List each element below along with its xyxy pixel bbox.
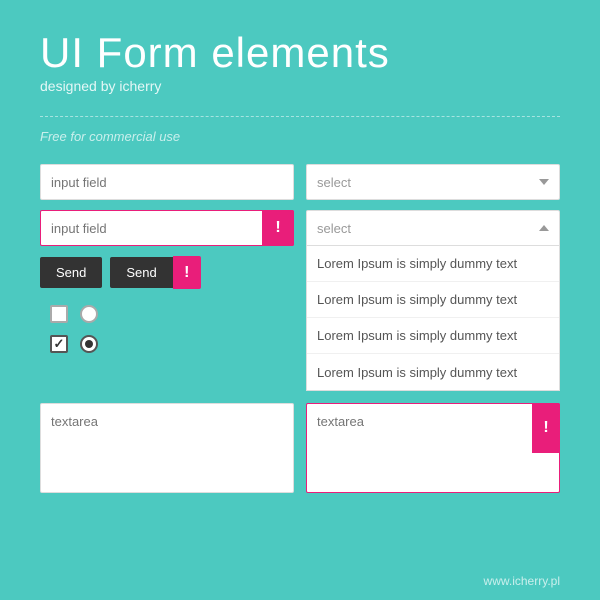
send-button-error-wrapper: Send ! — [110, 256, 200, 289]
send-button-error[interactable]: Send — [110, 257, 172, 288]
select-collapsed-text: select — [317, 175, 539, 190]
dropdown-item-4[interactable]: Lorem Ipsum is simply dummy text — [307, 354, 559, 390]
textarea-section: ! — [0, 391, 600, 498]
controls-row: ✓ — [40, 299, 294, 359]
right-column: select select Lorem Ipsum is simply dumm… — [306, 164, 560, 391]
dropdown-item-2[interactable]: Lorem Ipsum is simply dummy text — [307, 282, 559, 318]
dropdown-item-1[interactable]: Lorem Ipsum is simply dummy text — [307, 246, 559, 282]
dropdown-list: Lorem Ipsum is simply dummy text Lorem I… — [306, 246, 560, 391]
send-button-normal[interactable]: Send — [40, 257, 102, 288]
input-error-badge: ! — [262, 210, 294, 246]
main-content: ! Send Send ! ✓ — [0, 164, 600, 391]
dropdown-item-3[interactable]: Lorem Ipsum is simply dummy text — [307, 318, 559, 354]
send-error-badge: ! — [173, 256, 201, 289]
select-collapsed[interactable]: select — [306, 164, 560, 200]
header: UI Form elements designed by icherry — [0, 0, 600, 104]
divider — [40, 116, 560, 117]
checkbox-unchecked[interactable] — [50, 305, 68, 323]
page-title: UI Form elements — [40, 30, 560, 76]
select-open-text: select — [317, 221, 539, 236]
page-subtitle: designed by icherry — [40, 78, 560, 94]
textarea-error-wrapper: ! — [306, 403, 560, 498]
textarea-error-field[interactable] — [306, 403, 560, 493]
radio-dot — [85, 340, 93, 348]
textarea-normal[interactable] — [40, 403, 294, 493]
checkbox-checked[interactable]: ✓ — [50, 335, 68, 353]
buttons-row: Send Send ! — [40, 256, 294, 289]
footer-url: www.icherry.pl — [484, 574, 560, 588]
select-open-header[interactable]: select — [306, 210, 560, 246]
textarea-normal-wrapper — [40, 403, 294, 498]
controls-grid: ✓ — [50, 305, 104, 359]
input-normal-wrapper — [40, 164, 294, 200]
radio-unchecked[interactable] — [80, 305, 98, 323]
free-text: Free for commercial use — [0, 129, 600, 144]
textarea-error-badge: ! — [532, 403, 560, 453]
select-arrow-up-icon — [539, 225, 549, 231]
radio-checked[interactable] — [80, 335, 98, 353]
input-error-wrapper: ! — [40, 210, 294, 246]
input-error-field[interactable] — [40, 210, 294, 246]
select-open-container: select Lorem Ipsum is simply dummy text … — [306, 210, 560, 391]
input-normal[interactable] — [40, 164, 294, 200]
select-arrow-down-icon — [539, 179, 549, 185]
left-column: ! Send Send ! ✓ — [40, 164, 294, 391]
